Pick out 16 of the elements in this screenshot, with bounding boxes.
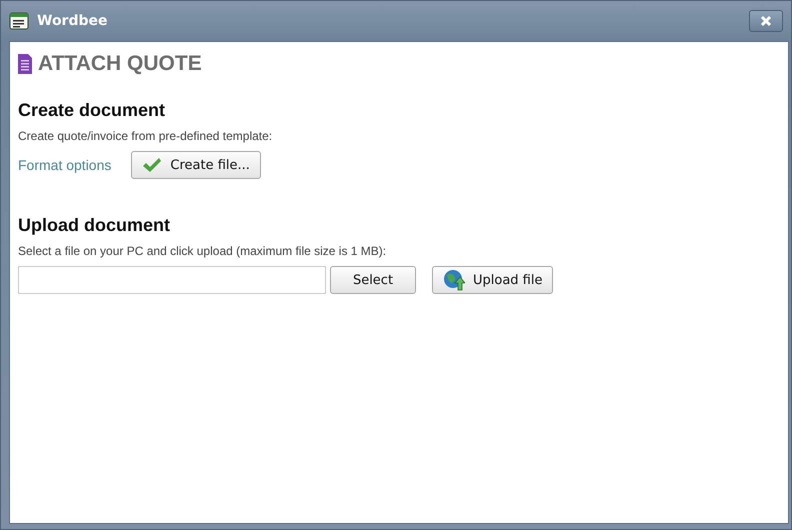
select-button[interactable]: Select [330, 266, 416, 294]
create-file-button[interactable]: Create file... [131, 151, 261, 179]
close-button[interactable] [749, 10, 783, 32]
upload-file-button[interactable]: Upload file [432, 266, 554, 294]
section-heading: Upload document [18, 215, 171, 236]
section-description: Create quote/invoice from pre-defined template: [18, 129, 274, 143]
section-heading: Create document [18, 100, 166, 121]
format-options-link[interactable]: Format options [18, 157, 112, 173]
close-icon [760, 15, 772, 27]
window-icon [9, 12, 29, 30]
window-title: Wordbee [37, 13, 108, 29]
section-description: Select a file on your PC and click upload (maximum file size is 1 MB): [18, 244, 388, 258]
checkmark-icon [142, 157, 162, 173]
document-icon [18, 54, 32, 74]
file-path-field[interactable] [18, 266, 326, 294]
page-title: ATTACH QUOTE [38, 52, 202, 76]
